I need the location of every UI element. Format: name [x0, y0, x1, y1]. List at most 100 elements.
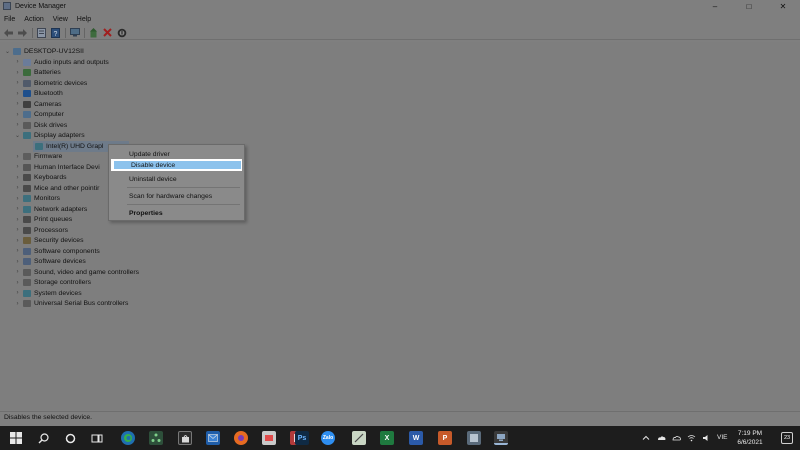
tree-item-universal-serial-bus-controllers[interactable]: › Universal Serial Bus controllers [14, 299, 128, 310]
device-manager-taskbar-icon[interactable] [494, 431, 508, 445]
tree-item-display-adapters[interactable]: ⌄ Display adapters [14, 131, 85, 142]
tree-item-security-devices[interactable]: › Security devices [14, 236, 84, 247]
ctx-properties[interactable]: Properties [111, 207, 242, 219]
tree-item-audio-inputs-and-outputs[interactable]: › Audio inputs and outputs [14, 57, 109, 68]
minimize-button[interactable]: – [698, 0, 732, 12]
camera-icon [23, 100, 31, 108]
excel-icon[interactable]: X [380, 431, 394, 445]
tree-item-software-devices[interactable]: › Software devices [14, 257, 86, 268]
chevron-right-icon[interactable]: › [14, 301, 21, 307]
chevron-down-icon[interactable]: ⌄ [14, 132, 21, 139]
help-icon[interactable]: ? [50, 27, 61, 38]
tree-item-label: Computer [34, 111, 64, 119]
chevron-right-icon[interactable]: › [14, 175, 21, 181]
photoshop-icon[interactable]: Ps [295, 431, 309, 445]
properties-icon[interactable] [36, 27, 47, 38]
volume-icon[interactable] [702, 434, 710, 442]
wifi-icon[interactable] [687, 434, 696, 442]
maximize-button[interactable]: □ [732, 0, 766, 12]
tree-item-mice-and-other-pointir[interactable]: › Mice and other pointir [14, 183, 99, 194]
update-driver-icon[interactable] [88, 27, 99, 38]
tree-item-biometric-devices[interactable]: › Biometric devices [14, 78, 87, 89]
ctx-disable-device[interactable]: Disable device [111, 159, 242, 171]
chevron-right-icon[interactable]: › [14, 164, 21, 170]
language-indicator[interactable]: VIE [717, 434, 727, 441]
word-icon[interactable]: W [409, 431, 423, 445]
tree-item-cameras[interactable]: › Cameras [14, 99, 62, 110]
mail-icon[interactable] [206, 431, 220, 445]
chevron-right-icon[interactable]: › [14, 269, 21, 275]
uninstall-x-icon[interactable] [102, 27, 113, 38]
tree-item-print-queues[interactable]: › Print queues [14, 215, 72, 226]
snip-icon[interactable] [467, 431, 481, 445]
tree-item-computer[interactable]: › Computer [14, 110, 64, 121]
chevron-right-icon[interactable]: › [14, 290, 21, 296]
chevron-right-icon[interactable]: › [14, 185, 21, 191]
ctx-uninstall-device[interactable]: Uninstall device [111, 173, 242, 185]
app-icon-1[interactable] [262, 431, 276, 445]
menu-help[interactable]: Help [77, 16, 91, 23]
firefox-icon[interactable] [234, 431, 248, 445]
menu-file[interactable]: File [4, 16, 15, 23]
disable-device-icon[interactable] [116, 27, 127, 38]
tree-item-keyboards[interactable]: › Keyboards [14, 173, 67, 184]
tree-item-software-components[interactable]: › Software components [14, 246, 100, 257]
notification-center-icon[interactable]: 23 [781, 432, 793, 444]
onedrive-icon[interactable] [657, 434, 666, 442]
cortana-icon[interactable] [63, 431, 77, 445]
tree-item-monitors[interactable]: › Monitors [14, 194, 60, 205]
chevron-right-icon[interactable]: › [14, 91, 21, 97]
toolbar: ? [0, 26, 800, 40]
chevron-right-icon[interactable]: › [14, 101, 21, 107]
task-view-icon[interactable] [90, 431, 104, 445]
cloud-icon[interactable] [672, 434, 681, 442]
forward-arrow-icon[interactable] [17, 27, 28, 38]
clock[interactable]: 7:19 PM 6/6/2021 [735, 429, 765, 447]
tree-root[interactable]: ⌄ DESKTOP-UV12SII [4, 46, 84, 57]
powerpoint-icon[interactable]: P [438, 431, 452, 445]
tree-item-disk-drives[interactable]: › Disk drives [14, 120, 67, 131]
edge-icon[interactable] [121, 431, 135, 445]
chevron-right-icon[interactable]: › [14, 259, 21, 265]
store-icon[interactable] [178, 431, 192, 445]
chevron-right-icon[interactable]: › [14, 122, 21, 128]
chevron-right-icon[interactable]: › [14, 80, 21, 86]
tree-item-processors[interactable]: › Processors [14, 225, 68, 236]
chevron-right-icon[interactable]: › [14, 248, 21, 254]
chevron-right-icon[interactable]: › [14, 112, 21, 118]
tree-item-storage-controllers[interactable]: › Storage controllers [14, 278, 91, 289]
powerpoint-icon-label: P [442, 434, 448, 442]
ctx-scan-hardware[interactable]: Scan for hardware changes [111, 190, 242, 202]
menu-view[interactable]: View [53, 16, 68, 23]
snip-tool-icon[interactable] [352, 431, 366, 445]
tree-item-network-adapters[interactable]: › Network adapters [14, 204, 87, 215]
search-icon[interactable] [36, 431, 50, 445]
ctx-scan-hardware-label: Scan for hardware changes [129, 192, 213, 200]
menu-action[interactable]: Action [24, 16, 43, 23]
tree-item-sound-video-and-game-controllers[interactable]: › Sound, video and game controllers [14, 267, 139, 278]
chevron-right-icon[interactable]: › [14, 280, 21, 286]
chevron-right-icon[interactable]: › [14, 206, 21, 212]
ctx-disable-device-label: Disable device [131, 161, 176, 169]
start-icon[interactable] [9, 431, 23, 445]
back-arrow-icon[interactable] [3, 27, 14, 38]
chevron-right-icon[interactable]: › [14, 217, 21, 223]
zalo-icon[interactable]: Zalo [321, 431, 335, 445]
close-button[interactable]: ✕ [766, 0, 800, 12]
tree-item-batteries[interactable]: › Batteries [14, 68, 61, 79]
tree-item-bluetooth[interactable]: › Bluetooth [14, 89, 63, 100]
chevron-right-icon[interactable]: › [14, 154, 21, 160]
chevron-right-icon[interactable]: › [14, 196, 21, 202]
chevron-down-icon[interactable]: ⌄ [4, 48, 11, 55]
tree-item-human-interface-devi[interactable]: › Human Interface Devi [14, 162, 100, 173]
chevron-right-icon[interactable]: › [14, 70, 21, 76]
network-app-icon[interactable] [149, 431, 163, 445]
chevron-right-icon[interactable]: › [14, 227, 21, 233]
tree-item-label: Audio inputs and outputs [34, 58, 109, 66]
tree-item-system-devices[interactable]: › System devices [14, 288, 82, 299]
tree-item-firmware[interactable]: › Firmware [14, 152, 62, 163]
chevron-up-icon[interactable] [642, 434, 650, 442]
chevron-right-icon[interactable]: › [14, 59, 21, 65]
scan-icon[interactable] [69, 27, 80, 38]
chevron-right-icon[interactable]: › [14, 238, 21, 244]
